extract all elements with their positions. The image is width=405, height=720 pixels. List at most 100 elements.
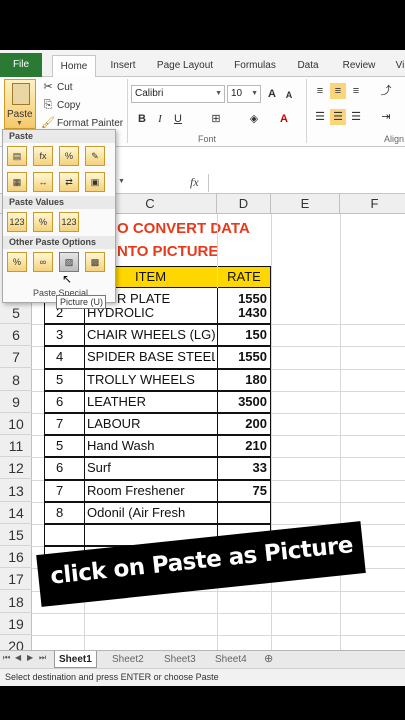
tab-data[interactable]: Data (290, 55, 326, 77)
serial-cell[interactable]: 7 (56, 480, 80, 502)
align-bottom-icon[interactable]: ≡ (348, 83, 364, 99)
tab-formulas[interactable]: Formulas (228, 55, 282, 77)
paste-values-srcfmt-icon[interactable]: 123 (59, 212, 79, 232)
item-cell[interactable]: Hand Wash (87, 435, 215, 457)
tab-file[interactable]: File (0, 53, 42, 77)
fx-icon[interactable]: fx (190, 175, 199, 190)
copy-button[interactable]: Copy (57, 100, 80, 111)
item-cell[interactable]: SPIDER BASE STEEL (87, 346, 215, 368)
italic-icon[interactable]: I (152, 111, 168, 127)
row-header[interactable]: 14 (0, 502, 32, 524)
first-row-item[interactable]: R PLATE (117, 288, 170, 310)
item-cell[interactable]: Odonil (Air Fresh (87, 502, 215, 524)
row-header[interactable]: 16 (0, 546, 32, 569)
indent-icon[interactable]: ⇥ (378, 109, 394, 125)
row-header[interactable]: 18 (0, 591, 32, 613)
align-center-icon[interactable]: ☰ (330, 109, 346, 125)
column-header-f[interactable]: F (340, 194, 405, 214)
paste-clipboard-icon[interactable]: ▤ (7, 146, 27, 166)
sheet-title-line1[interactable]: O CONVERT DATA (117, 218, 250, 240)
shrink-font-icon[interactable]: A (281, 87, 297, 103)
rate-cell[interactable]: 33 (217, 457, 267, 479)
rate-cell[interactable]: 210 (217, 435, 267, 457)
rate-cell[interactable]: 200 (217, 413, 267, 435)
paste-link-option-icon[interactable]: ∞ (33, 252, 53, 272)
row-header[interactable]: 9 (0, 391, 32, 413)
paste-values-icon[interactable]: 123 (7, 212, 27, 232)
rate-cell[interactable]: 180 (217, 369, 267, 391)
paste-values-numfmt-icon[interactable]: % (33, 212, 53, 232)
row-header[interactable]: 6 (0, 324, 32, 347)
insert-sheet-icon[interactable]: ⊕ (264, 652, 273, 665)
item-cell[interactable]: LEATHER (87, 391, 215, 413)
paste-keep-format-icon[interactable]: ✎ (85, 146, 105, 166)
bold-icon[interactable]: B (134, 111, 150, 127)
serial-cell[interactable]: 6 (56, 391, 80, 413)
formula-input[interactable] (208, 174, 405, 192)
chevron-down-icon[interactable]: ▼ (118, 178, 125, 185)
grow-font-icon[interactable]: A (264, 86, 280, 102)
row-header[interactable]: 5 (0, 302, 32, 324)
paste-col-widths-icon[interactable]: ↔ (33, 172, 53, 192)
tab-view[interactable]: Vi (390, 55, 405, 77)
item-cell[interactable]: TROLLY WHEELS (87, 369, 215, 391)
row-header[interactable]: 19 (0, 613, 32, 635)
sheet-tab-sheet1[interactable]: Sheet1 (54, 651, 97, 668)
border-icon[interactable]: ⊞ (208, 111, 224, 127)
item-cell[interactable]: Surf (87, 457, 215, 479)
paste-formatting-icon[interactable]: % (7, 252, 27, 272)
paste-formulas-numfmt-icon[interactable]: % (59, 146, 79, 166)
row-header[interactable]: 11 (0, 435, 32, 458)
paste-button[interactable]: Paste ▼ (4, 79, 36, 129)
align-top-icon[interactable]: ≡ (312, 83, 328, 99)
paste-linked-picture-icon[interactable]: ▩ (85, 252, 105, 272)
row-header[interactable]: 15 (0, 524, 32, 546)
paste-no-borders-icon[interactable]: ▦ (7, 172, 27, 192)
copy-icon[interactable]: ⎘ (40, 97, 56, 113)
sheet-tab-sheet4[interactable]: Sheet4 (215, 651, 247, 668)
align-left-icon[interactable]: ☰ (312, 109, 328, 125)
serial-cell[interactable]: 5 (56, 435, 80, 457)
format-painter-button[interactable]: Format Painter (57, 118, 123, 129)
cut-button[interactable]: Cut (57, 82, 73, 93)
paste-picture-icon[interactable]: ▨ (59, 252, 79, 272)
rate-cell[interactable] (217, 502, 267, 524)
item-cell[interactable]: LABOUR (87, 413, 215, 435)
serial-cell[interactable] (56, 524, 80, 546)
rate-cell[interactable]: 3500 (217, 391, 267, 413)
serial-cell[interactable]: 3 (56, 324, 80, 346)
item-cell[interactable]: CHAIR WHEELS (LG) (87, 324, 215, 346)
sheet-tab-sheet2[interactable]: Sheet2 (112, 651, 144, 668)
tab-page-layout[interactable]: Page Layout (152, 55, 218, 77)
fill-color-icon[interactable]: ◈ (246, 111, 262, 127)
item-cell[interactable]: Room Freshener (87, 480, 215, 502)
serial-cell[interactable]: 8 (56, 502, 80, 524)
rate-cell[interactable]: 1550 (217, 346, 267, 368)
rate-cell[interactable]: 75 (217, 480, 267, 502)
sheet-nav-prev-icon[interactable]: ◀ (15, 653, 21, 662)
sheet-nav-first-icon[interactable]: ⏮ (3, 653, 10, 663)
orientation-icon[interactable]: ⤴ (378, 83, 394, 99)
first-row-rate[interactable]: 1550 (217, 288, 267, 310)
row-header[interactable]: 17 (0, 568, 32, 591)
underline-icon[interactable]: U (170, 111, 186, 127)
serial-cell[interactable]: 4 (56, 346, 80, 368)
font-size-select[interactable]: 10 ▼ (227, 85, 261, 103)
column-header-d[interactable]: D (217, 194, 271, 214)
paste-transpose-icon[interactable]: ⇄ (59, 172, 79, 192)
row-header[interactable]: 7 (0, 346, 32, 369)
row-header[interactable]: 8 (0, 369, 32, 391)
serial-cell[interactable]: 5 (56, 369, 80, 391)
tab-insert[interactable]: Insert (103, 55, 143, 77)
sheet-nav-next-icon[interactable]: ▶ (27, 653, 33, 662)
font-name-select[interactable]: Calibri ▼ (131, 85, 225, 103)
tab-review[interactable]: Review (336, 55, 382, 77)
scissors-icon[interactable]: ✂ (40, 79, 56, 95)
rate-cell[interactable]: 150 (217, 324, 267, 346)
row-header[interactable]: 12 (0, 457, 32, 480)
sheet-nav-last-icon[interactable]: ⏭ (39, 653, 46, 663)
row-header[interactable]: 10 (0, 413, 32, 435)
serial-cell[interactable]: 7 (56, 413, 80, 435)
align-right-icon[interactable]: ☰ (348, 109, 364, 125)
column-header-e[interactable]: E (271, 194, 340, 214)
